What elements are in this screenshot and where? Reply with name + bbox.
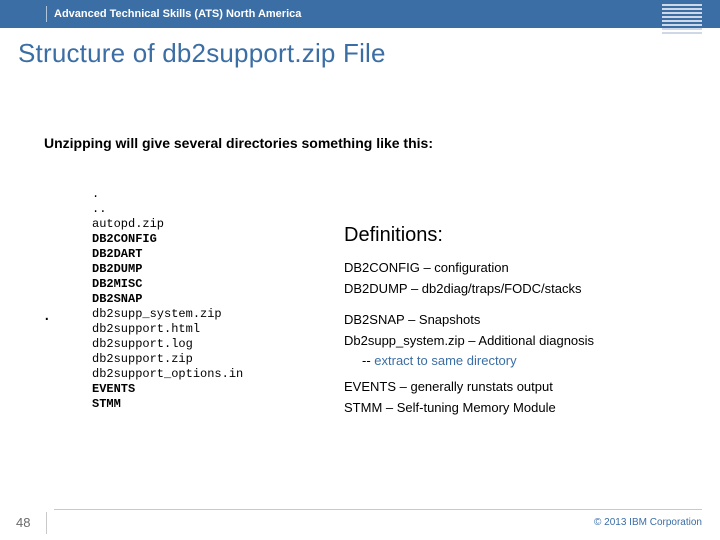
- intro-text: Unzipping will give several directories …: [44, 135, 433, 151]
- directory-listing: . .. autopd.zip DB2CONFIG DB2DART DB2DUM…: [92, 172, 243, 412]
- subnote-highlight: extract to same directory: [374, 353, 516, 368]
- list-item: DB2DART: [92, 247, 142, 261]
- list-item: EVENTS: [92, 382, 135, 396]
- list-item: db2support.zip: [92, 352, 193, 366]
- list-item: ..: [92, 202, 106, 216]
- header-bar: Advanced Technical Skills (ATS) North Am…: [0, 0, 720, 28]
- definition-item: DB2SNAP – Snapshots: [344, 311, 694, 328]
- list-item: db2support.log: [92, 337, 193, 351]
- definition-item: Db2supp_system.zip – Additional diagnosi…: [344, 332, 694, 349]
- ibm-logo: [662, 4, 702, 34]
- list-item: db2supp_system.zip: [92, 307, 222, 321]
- list-item: DB2SNAP: [92, 292, 142, 306]
- header-divider: [46, 6, 47, 22]
- list-item: DB2DUMP: [92, 262, 142, 276]
- list-item: DB2MISC: [92, 277, 142, 291]
- bullet-dot: .: [44, 303, 50, 326]
- list-item: db2support.html: [92, 322, 200, 336]
- definition-item: DB2CONFIG – configuration: [344, 259, 694, 276]
- slide: Advanced Technical Skills (ATS) North Am…: [0, 0, 720, 540]
- definitions-block: Definitions: DB2CONFIG – configuration D…: [344, 224, 694, 420]
- footer-divider: [54, 509, 702, 510]
- subnote-prefix: --: [362, 353, 374, 368]
- definitions-heading: Definitions:: [344, 224, 694, 247]
- definition-item: EVENTS – generally runstats output: [344, 378, 694, 395]
- page-number: 48: [16, 515, 30, 530]
- list-item: db2support_options.in: [92, 367, 243, 381]
- page-title: Structure of db2support.zip File: [18, 38, 386, 69]
- header-org: Advanced Technical Skills (ATS) North Am…: [54, 8, 301, 20]
- definition-subnote: -- extract to same directory: [344, 353, 694, 368]
- list-item: .: [92, 187, 99, 201]
- definition-item: STMM – Self-tuning Memory Module: [344, 399, 694, 416]
- list-item: autopd.zip: [92, 217, 164, 231]
- page-number-divider: [46, 512, 47, 534]
- copyright: © 2013 IBM Corporation: [594, 517, 702, 528]
- definition-item: DB2DUMP – db2diag/traps/FODC/stacks: [344, 280, 694, 297]
- list-item: DB2CONFIG: [92, 232, 157, 246]
- list-item: STMM: [92, 397, 121, 411]
